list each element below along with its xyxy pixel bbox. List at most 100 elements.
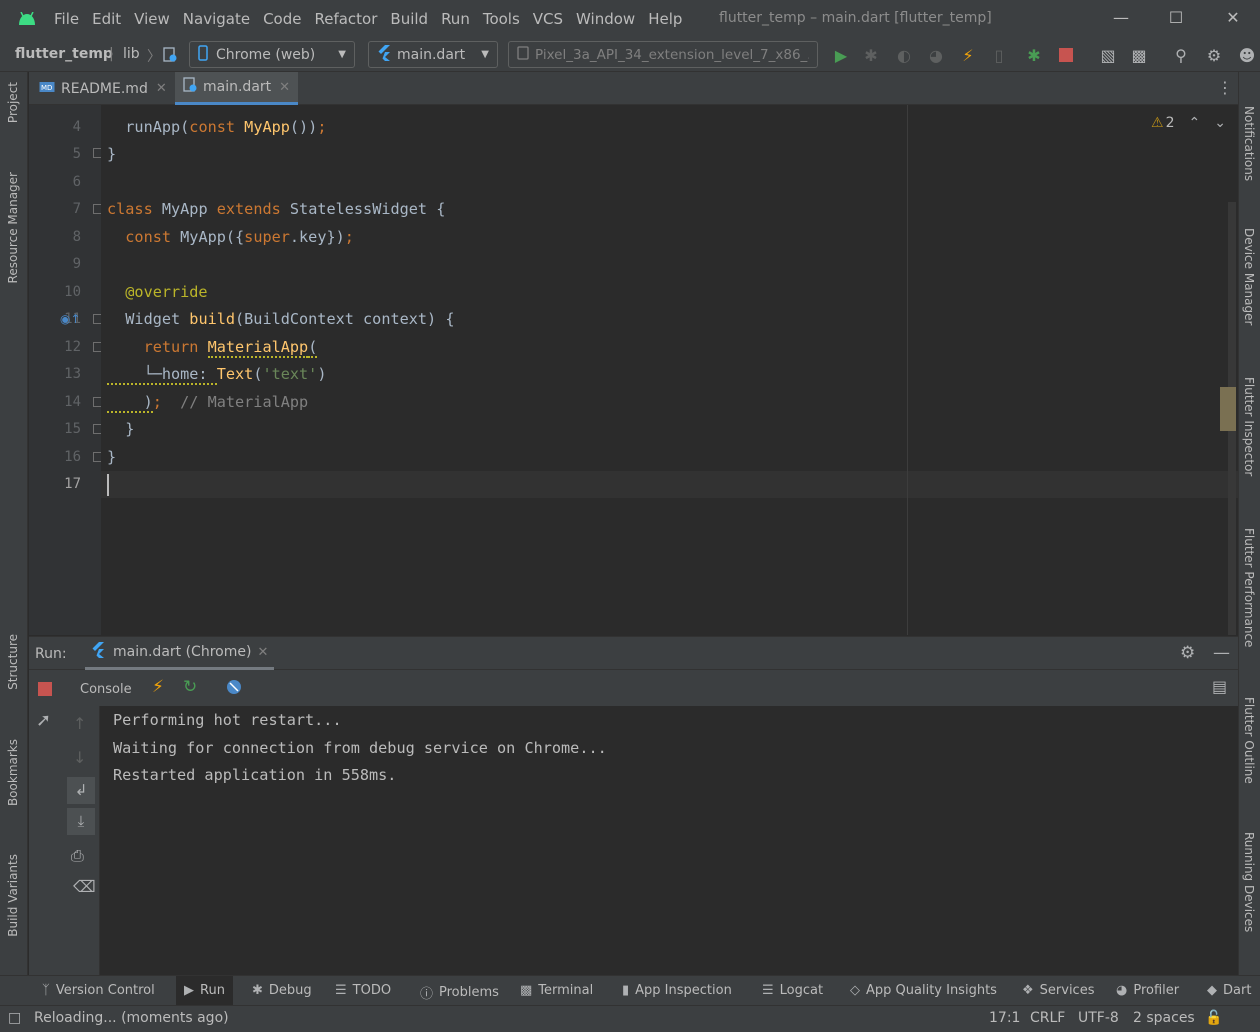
menu-window[interactable]: Window bbox=[576, 10, 635, 28]
run-config-selector[interactable]: main.dart ▼ bbox=[368, 41, 498, 68]
resource-manager-tool-button[interactable]: Resource Manager bbox=[6, 172, 20, 283]
close-icon[interactable]: ✕ bbox=[257, 645, 268, 660]
scroll-to-end-icon[interactable]: ⤓ bbox=[67, 808, 95, 835]
hot-reload-icon[interactable]: ⚡ bbox=[152, 677, 164, 697]
emulator-selector[interactable]: Pixel_3a_API_34_extension_level_7_x86_..… bbox=[508, 41, 818, 68]
run-tab-main-dart[interactable]: main.dart (Chrome) ✕ bbox=[85, 637, 275, 670]
build-variants-tool-button[interactable]: Build Variants bbox=[6, 854, 20, 937]
breadcrumb-folder[interactable]: lib bbox=[123, 46, 140, 62]
tab-readme[interactable]: MD README.md ✕ bbox=[31, 72, 175, 105]
flutter-outline-tool-button[interactable]: Flutter Outline bbox=[1242, 697, 1256, 784]
gear-icon[interactable]: ⚙ bbox=[1203, 44, 1225, 66]
print-icon[interactable]: ⎙ bbox=[71, 846, 84, 866]
caret-position[interactable]: 17:1 bbox=[989, 1010, 1020, 1026]
override-marker-icon[interactable]: ◉↑ bbox=[60, 312, 81, 326]
tool-services[interactable]: ❖ Services bbox=[1022, 983, 1094, 998]
tab-main-dart[interactable]: main.dart ✕ bbox=[175, 72, 299, 105]
flutter-icon bbox=[377, 44, 391, 65]
svg-text:MD: MD bbox=[41, 84, 52, 92]
layout-icon[interactable]: ▤ bbox=[1212, 677, 1227, 696]
stop-icon[interactable] bbox=[1055, 44, 1077, 66]
tool-app-quality-insights[interactable]: ◇ App Quality Insights bbox=[850, 983, 997, 998]
close-icon[interactable]: ✕ bbox=[279, 80, 290, 95]
maximize-icon[interactable]: ☐ bbox=[1165, 8, 1187, 30]
chevron-down-icon: ▼ bbox=[481, 49, 489, 60]
project-tool-button[interactable]: Project bbox=[6, 82, 20, 123]
tool-problems[interactable]: ⓘ Problems bbox=[420, 983, 499, 1002]
hot-restart-icon[interactable]: ↻ bbox=[183, 677, 197, 697]
layout-toggle-icon[interactable]: □ bbox=[8, 1010, 21, 1026]
tool-profiler-label: Profiler bbox=[1133, 983, 1180, 998]
tool-profiler[interactable]: ◕ Profiler bbox=[1116, 983, 1179, 998]
menu-navigate[interactable]: Navigate bbox=[183, 10, 250, 28]
running-devices-tool-button[interactable]: Running Devices bbox=[1242, 832, 1256, 932]
notifications-tool-button[interactable]: Notifications bbox=[1242, 106, 1256, 181]
tool-run[interactable]: ▶ Run bbox=[176, 976, 233, 1005]
lock-icon[interactable]: 🔓 bbox=[1205, 1010, 1222, 1026]
bookmarks-tool-button[interactable]: Bookmarks bbox=[6, 739, 20, 806]
tool-dart[interactable]: ◆ Dart bbox=[1207, 983, 1251, 998]
menu-vcs[interactable]: VCS bbox=[533, 10, 563, 28]
menu-help[interactable]: Help bbox=[648, 10, 682, 28]
close-icon[interactable]: ✕ bbox=[156, 81, 167, 96]
tool-todo[interactable]: ☰ TODO bbox=[335, 983, 391, 998]
apply-changes-icon[interactable]: ▯ bbox=[988, 44, 1010, 66]
structure-tool-button[interactable]: Structure bbox=[6, 634, 20, 690]
tool-version-control-label: Version Control bbox=[55, 983, 155, 998]
run-icon[interactable]: ▶ bbox=[830, 44, 852, 66]
devtools-icon[interactable] bbox=[225, 678, 243, 700]
device-manager-icon[interactable]: ▧ bbox=[1097, 44, 1119, 66]
dart-file-icon[interactable] bbox=[159, 44, 181, 66]
line-separator[interactable]: CRLF bbox=[1030, 1010, 1065, 1026]
menu-refactor[interactable]: Refactor bbox=[314, 10, 377, 28]
flutter-inspector-tool-button[interactable]: Flutter Inspector bbox=[1242, 377, 1256, 476]
tool-version-control[interactable]: ᛉ Version Control bbox=[42, 983, 155, 998]
tool-logcat[interactable]: ☰ Logcat bbox=[762, 983, 823, 998]
line-number: 8 bbox=[72, 229, 81, 245]
device-selector[interactable]: Chrome (web) ▼ bbox=[189, 41, 355, 68]
arrow-up-icon[interactable]: ↑ bbox=[73, 714, 86, 733]
attach-debugger-icon[interactable]: ✱ bbox=[1023, 44, 1045, 66]
debug-icon[interactable]: ✱ bbox=[860, 44, 882, 66]
stop-icon[interactable] bbox=[38, 682, 52, 700]
scrollbar-thumb[interactable] bbox=[1220, 387, 1236, 431]
menu-tools[interactable]: Tools bbox=[483, 10, 520, 28]
minimize-panel-icon[interactable]: — bbox=[1213, 643, 1230, 663]
menu-run[interactable]: Run bbox=[441, 10, 470, 28]
arrow-down-icon[interactable]: ↓ bbox=[73, 748, 86, 767]
sdk-manager-icon[interactable]: ▩ bbox=[1128, 44, 1150, 66]
menu-code[interactable]: Code bbox=[263, 10, 301, 28]
gear-icon[interactable]: ⚙ bbox=[1180, 643, 1195, 663]
tool-debug[interactable]: ✱ Debug bbox=[252, 983, 312, 998]
breadcrumb-project[interactable]: flutter_temp bbox=[15, 46, 113, 62]
menu-view[interactable]: View bbox=[134, 10, 170, 28]
menu-edit[interactable]: Edit bbox=[92, 10, 121, 28]
tool-terminal[interactable]: ▩ Terminal bbox=[520, 983, 593, 998]
tool-app-inspection[interactable]: ▮ App Inspection bbox=[622, 983, 732, 998]
pin-icon[interactable]: ➚ bbox=[36, 710, 51, 731]
menu-build[interactable]: Build bbox=[390, 10, 428, 28]
hot-reload-icon[interactable]: ⚡ bbox=[957, 44, 979, 66]
code-editor[interactable]: runApp(const MyApp()); } class MyApp ext… bbox=[101, 105, 1238, 635]
window-title: flutter_temp – main.dart [flutter_temp] bbox=[719, 10, 992, 26]
menu-file[interactable]: File bbox=[54, 10, 79, 28]
inspection-widget[interactable]: ⚠ 2 ⌃ ⌄ bbox=[1151, 115, 1226, 131]
console-tab[interactable]: Console bbox=[80, 682, 132, 697]
search-icon[interactable]: ⚲ bbox=[1170, 44, 1192, 66]
file-encoding[interactable]: UTF-8 bbox=[1078, 1010, 1119, 1026]
coverage-icon[interactable]: ◐ bbox=[893, 44, 915, 66]
flutter-performance-tool-button[interactable]: Flutter Performance bbox=[1242, 528, 1256, 647]
device-manager-tool-button[interactable]: Device Manager bbox=[1242, 228, 1256, 325]
indent-setting[interactable]: 2 spaces bbox=[1133, 1010, 1195, 1026]
minimize-icon[interactable]: — bbox=[1110, 8, 1132, 30]
account-icon[interactable]: ☻ bbox=[1236, 44, 1258, 66]
profile-icon[interactable]: ◕ bbox=[925, 44, 947, 66]
chevron-down-icon[interactable]: ⌄ bbox=[1214, 115, 1226, 131]
console-output[interactable]: Performing hot restart... Waiting for co… bbox=[100, 706, 1238, 975]
trash-icon[interactable]: ⌫ bbox=[73, 877, 96, 896]
soft-wrap-icon[interactable]: ↲ bbox=[67, 777, 95, 804]
console-line: Waiting for connection from debug servic… bbox=[113, 739, 607, 757]
more-options-icon[interactable]: ⋮ bbox=[1217, 78, 1233, 97]
chevron-up-icon[interactable]: ⌃ bbox=[1188, 115, 1200, 131]
close-window-icon[interactable]: ✕ bbox=[1222, 8, 1244, 30]
